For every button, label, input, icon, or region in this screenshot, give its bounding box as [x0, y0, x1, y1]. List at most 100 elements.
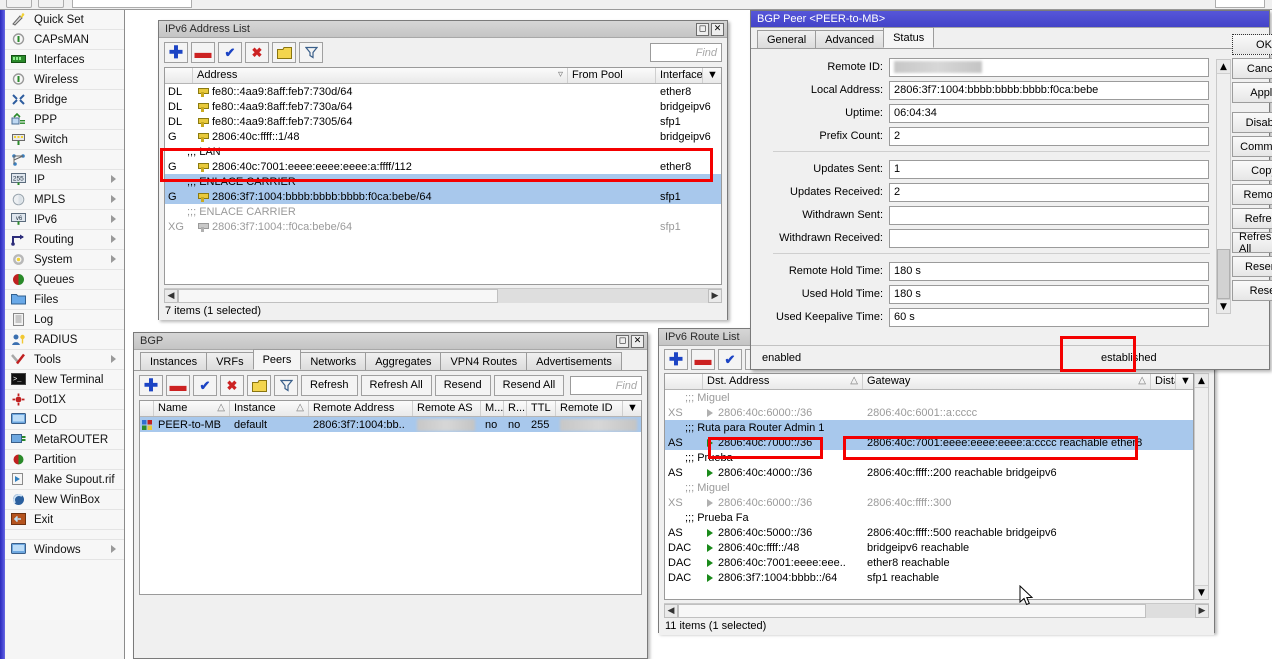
table-row[interactable]: DAC2806:40c:ffff::/48bridgeipv6 reachabl… [665, 540, 1193, 555]
sidebar-item-new-terminal[interactable]: >_New Terminal [5, 370, 124, 390]
table-row[interactable]: XS2806:40c:6000::/362806:40c:6001::a:ccc… [665, 405, 1193, 420]
field-input[interactable]: 2 [889, 127, 1209, 146]
table-row[interactable]: AS2806:40c:4000::/362806:40c:ffff::200 r… [665, 465, 1193, 480]
remove-button[interactable]: ▬ [166, 375, 190, 396]
col-interface[interactable]: Interface [656, 68, 703, 83]
field-input[interactable] [889, 206, 1209, 225]
sidebar-item-radius[interactable]: RADIUS [5, 330, 124, 350]
scroll-right-icon[interactable]: ▶ [1195, 604, 1209, 618]
enable-button[interactable]: ✔ [193, 375, 217, 396]
col-flags[interactable] [140, 401, 154, 416]
scroll-down-icon[interactable]: ▼ [1217, 299, 1230, 313]
close-icon[interactable]: ✕ [631, 335, 644, 348]
col-flags[interactable] [165, 68, 193, 83]
ok-button[interactable]: OK [1232, 34, 1272, 55]
maximize-button[interactable]: ◻ [696, 23, 709, 36]
close-icon[interactable]: ✕ [711, 23, 724, 36]
table-row[interactable]: XG2806:3f7:1004::f0ca:bebe/64sfp1 [165, 219, 721, 234]
sidebar-item-mpls[interactable]: MPLS [5, 190, 124, 210]
disable-button[interactable]: ✖ [220, 375, 244, 396]
table-row[interactable]: DLfe80::4aa9:8aff:feb7:730a/64bridgeipv6 [165, 99, 721, 114]
sidebar-item-metarouter[interactable]: MetaROUTER [5, 430, 124, 450]
resend-button[interactable]: Resend [1232, 256, 1272, 277]
ipv6-address-hscrollbar[interactable]: ◀ ▶ [164, 288, 722, 303]
sidebar-item-quick-set[interactable]: Quick Set [5, 10, 124, 30]
field-input[interactable]: 2 [889, 183, 1209, 202]
scroll-up-icon[interactable]: ▲ [1195, 374, 1208, 388]
table-row[interactable]: DAC2806:3f7:1004:bbbb::/64sfp1 reachable [665, 570, 1193, 585]
table-comment-row[interactable]: ;;; ENLACE CARRIER [165, 174, 721, 189]
col-distance[interactable]: Distance [1151, 374, 1176, 389]
sidebar-item-tools[interactable]: Tools [5, 350, 124, 370]
toolbar-field-2[interactable] [1215, 0, 1265, 8]
col-gateway[interactable]: Gateway△ [863, 374, 1151, 389]
remove-button[interactable]: ▬ [691, 349, 715, 370]
hscroll-thumb[interactable] [178, 289, 498, 303]
refresh-button[interactable]: Refresh [1232, 208, 1272, 229]
sidebar-item-files[interactable]: Files [5, 290, 124, 310]
tab-advanced[interactable]: Advanced [815, 30, 884, 48]
field-input[interactable] [889, 58, 1209, 77]
comment-icon[interactable] [272, 42, 296, 63]
field-input[interactable] [889, 229, 1209, 248]
table-comment-row[interactable]: ;;; Prueba Fa [665, 510, 1193, 525]
col-remote-id[interactable]: Remote ID [556, 401, 623, 416]
sidebar-item-wireless[interactable]: Wireless [5, 70, 124, 90]
bgp-peer-vscrollbar[interactable]: ▲ ▼ [1216, 59, 1231, 314]
scroll-right-icon[interactable]: ▶ [708, 289, 722, 303]
filter-icon[interactable] [274, 375, 298, 396]
ipv6-route-vscrollbar[interactable]: ▲ ▼ [1194, 373, 1209, 600]
sidebar-item-capsman[interactable]: CAPsMAN [5, 30, 124, 50]
table-row[interactable]: G2806:40c:7001:eeee:eeee:eeee:a:ffff/112… [165, 159, 721, 174]
sidebar-item-dot1x[interactable]: Dot1X [5, 390, 124, 410]
refresh-all-button[interactable]: Refresh All [1232, 232, 1272, 253]
col-instance[interactable]: Instance△ [230, 401, 309, 416]
enable-button[interactable]: ✔ [218, 42, 242, 63]
enable-button[interactable]: ✔ [718, 349, 742, 370]
table-row[interactable]: DAC2806:40c:7001:eeee:eee..ether8 reacha… [665, 555, 1193, 570]
tab-instances[interactable]: Instances [140, 352, 207, 370]
remove-button[interactable]: ▬ [191, 42, 215, 63]
bgp-titlebar[interactable]: BGP ◻ ✕ [134, 333, 647, 350]
scroll-down-icon[interactable]: ▼ [1195, 585, 1208, 599]
col-remote-as[interactable]: Remote AS [413, 401, 481, 416]
col-rr[interactable]: R... [504, 401, 527, 416]
resend-button[interactable]: Resend [435, 375, 491, 396]
sidebar-item-ipv6[interactable]: v6IPv6 [5, 210, 124, 230]
apply-button[interactable]: Apply [1232, 82, 1272, 103]
sidebar-item-make-supout-rif[interactable]: Make Supout.rif [5, 470, 124, 490]
tab-status[interactable]: Status [883, 27, 934, 48]
sidebar-item-routing[interactable]: Routing [5, 230, 124, 250]
col-flags[interactable] [665, 374, 703, 389]
field-input[interactable]: 1 [889, 160, 1209, 179]
disable-button[interactable]: ✖ [245, 42, 269, 63]
sidebar-item-windows[interactable]: Windows [5, 540, 124, 560]
filter-icon[interactable] [299, 42, 323, 63]
sidebar-item-new-winbox[interactable]: New WinBox [5, 490, 124, 510]
table-comment-row[interactable]: ;;; Prueba [665, 450, 1193, 465]
toolbar-field-1[interactable] [72, 0, 192, 8]
col-ttl[interactable]: TTL [527, 401, 556, 416]
column-menu-button[interactable]: ▼ [703, 68, 721, 83]
ipv6-address-list-titlebar[interactable]: IPv6 Address List ◻ ✕ [159, 21, 727, 38]
toolbar-button-2[interactable] [38, 0, 64, 8]
sidebar-item-bridge[interactable]: Bridge [5, 90, 124, 110]
hscroll-thumb[interactable] [678, 604, 1146, 618]
scroll-up-icon[interactable]: ▲ [1217, 60, 1230, 74]
sidebar-item-log[interactable]: Log [5, 310, 124, 330]
table-row[interactable]: DLfe80::4aa9:8aff:feb7:7305/64sfp1 [165, 114, 721, 129]
copy-button[interactable]: Copy [1232, 160, 1272, 181]
comment-button[interactable]: Comment [1232, 136, 1272, 157]
hscroll-track[interactable] [498, 289, 708, 303]
tab-aggregates[interactable]: Aggregates [365, 352, 441, 370]
table-comment-row[interactable]: ;;; ENLACE CARRIER [165, 204, 721, 219]
disable-button[interactable]: Disable [1232, 112, 1272, 133]
table-row[interactable]: PEER-to-MBdefault2806:3f7:1004:bb..nono2… [140, 417, 641, 432]
table-comment-row[interactable]: ;;; Miguel [665, 390, 1193, 405]
sidebar-item-ip[interactable]: 255IP [5, 170, 124, 190]
field-input[interactable]: 06:04:34 [889, 104, 1209, 123]
table-row[interactable]: AS2806:40c:7000::/362806:40c:7001:eeee:e… [665, 435, 1193, 450]
col-multihop[interactable]: M... [481, 401, 504, 416]
column-menu-button[interactable]: ▼ [623, 401, 641, 416]
refresh-button[interactable]: Refresh [301, 375, 358, 396]
